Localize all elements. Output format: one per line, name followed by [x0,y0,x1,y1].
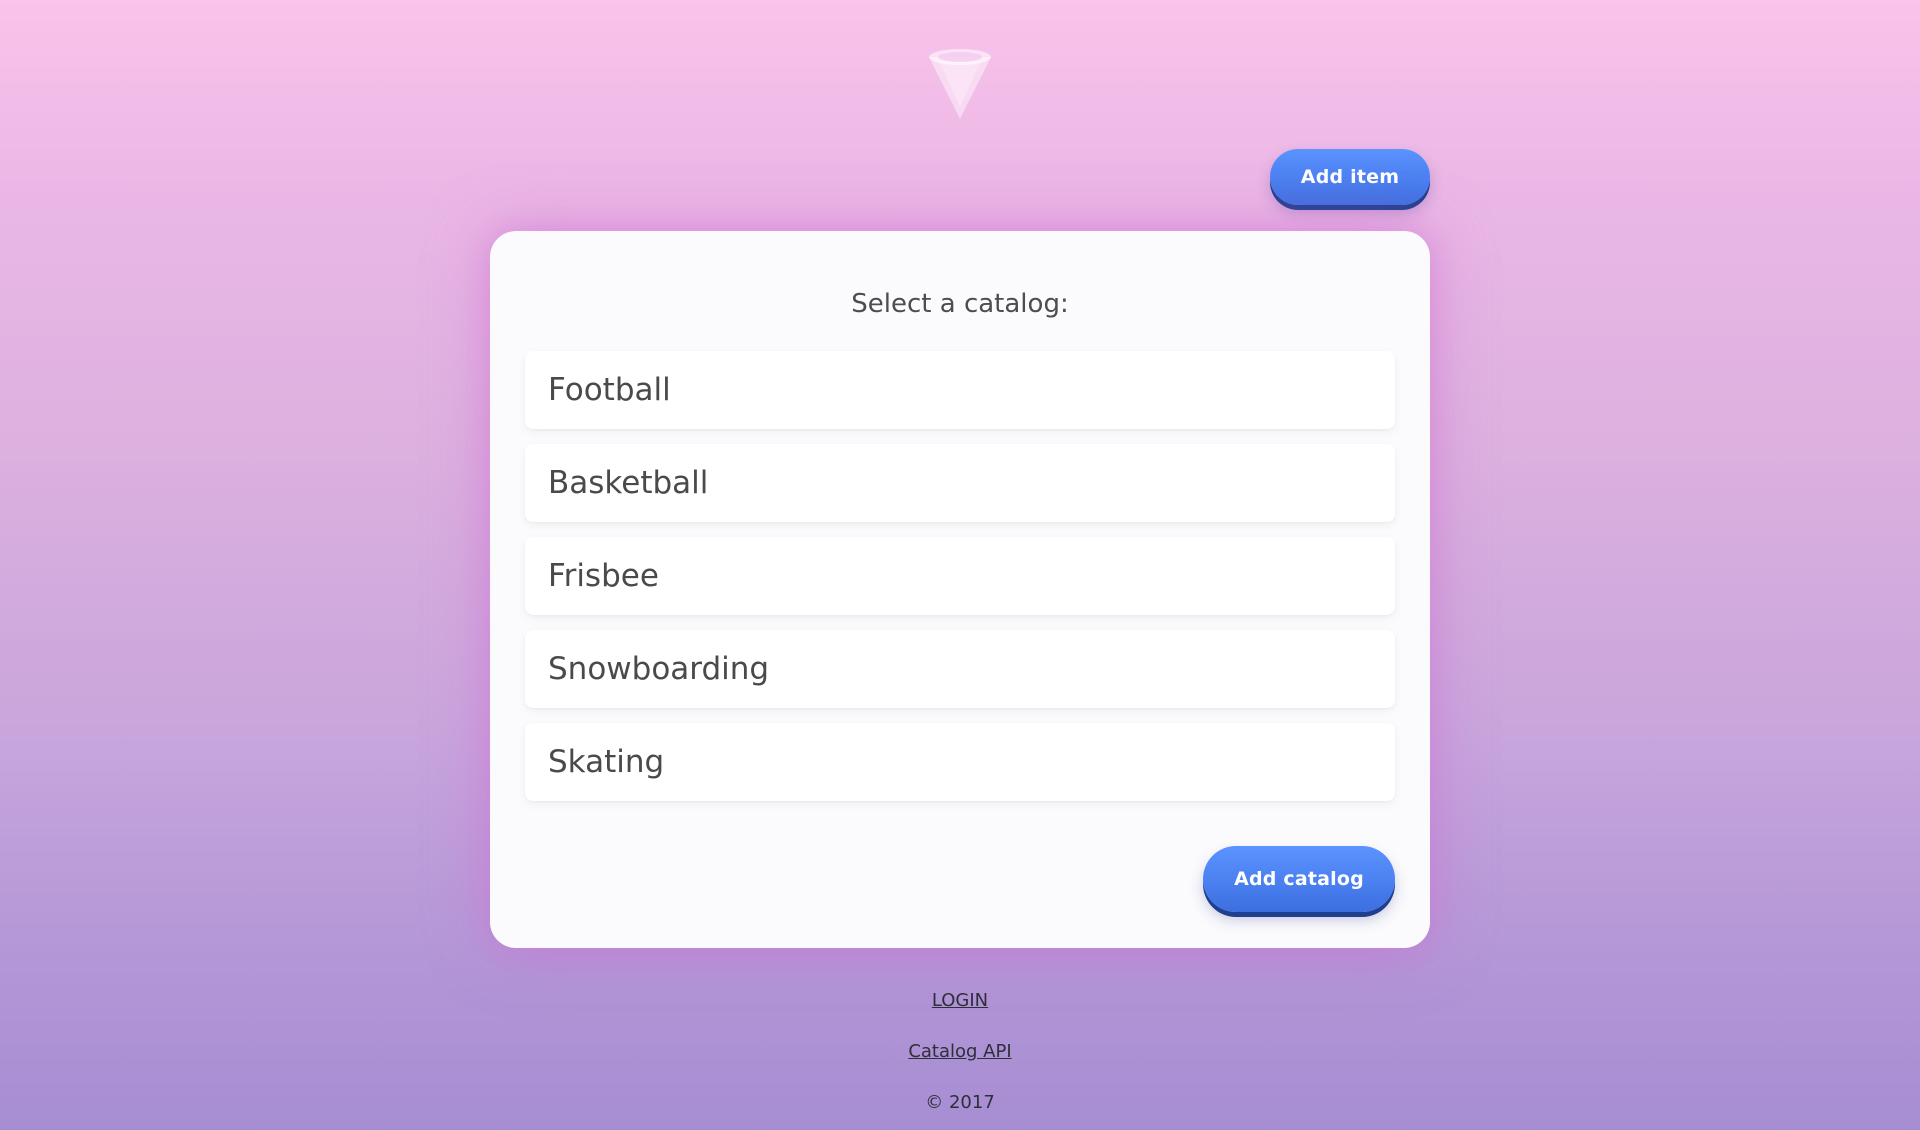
add-item-button[interactable]: Add item [1270,149,1430,205]
footer-login: LOGIN [0,990,1920,1011]
login-link[interactable]: LOGIN [932,990,988,1011]
catalog-title: Select a catalog: [851,289,1069,319]
catalog-card: Select a catalog: Football Basketball Fr… [490,231,1430,948]
catalog-item-skating[interactable]: Skating [525,723,1395,801]
catalog-list: Football Basketball Frisbee Snowboarding… [525,351,1395,816]
catalog-item-football[interactable]: Football [525,351,1395,429]
copyright-text: © 2017 [925,1092,995,1113]
cone-logo-icon [925,47,995,121]
catalog-item-frisbee[interactable]: Frisbee [525,537,1395,615]
catalog-item-snowboarding[interactable]: Snowboarding [525,630,1395,708]
add-catalog-button[interactable]: Add catalog [1203,846,1395,912]
catalog-api-link[interactable]: Catalog API [908,1041,1011,1062]
catalog-item-basketball[interactable]: Basketball [525,444,1395,522]
footer-api: Catalog API [0,1041,1920,1062]
